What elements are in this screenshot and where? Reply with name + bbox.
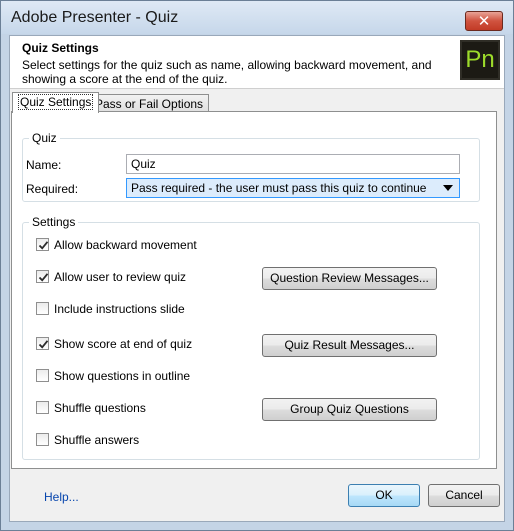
checkmark-icon [38, 241, 49, 250]
tab-quiz-settings-label: Quiz Settings [18, 94, 94, 110]
title-bar: Adobe Presenter - Quiz ✕ [1, 1, 513, 34]
quiz-name-input[interactable]: Quiz [126, 154, 460, 174]
question-review-messages-button[interactable]: Question Review Messages... [262, 267, 437, 290]
name-label-text: Name: [26, 158, 62, 172]
group-quiz-questions-button[interactable]: Group Quiz Questions [262, 398, 437, 421]
tab-panel: Quiz Name: Quiz Required: Pass required … [11, 111, 497, 469]
required-select-value: Pass required - the user must pass this … [131, 181, 427, 195]
help-link[interactable]: Help... [44, 490, 79, 504]
tab-quiz-settings[interactable]: Quiz Settings [12, 92, 100, 113]
quiz-group-label: Quiz [29, 131, 60, 145]
shuffle-answers-label: Shuffle answers [54, 433, 140, 447]
show-outline-checkbox[interactable] [36, 369, 49, 382]
checkmark-icon [38, 340, 49, 349]
allow-review-checkbox[interactable] [36, 270, 49, 283]
cancel-button[interactable]: Cancel [428, 484, 500, 507]
shuffle-answers-checkbox[interactable] [36, 433, 49, 446]
close-button[interactable]: ✕ [465, 11, 503, 31]
allow-backward-checkbox[interactable] [36, 238, 49, 251]
shuffle-questions-checkbox[interactable] [36, 401, 49, 414]
include-instructions-label: Include instructions slide [54, 302, 185, 316]
window-title: Adobe Presenter - Quiz [11, 9, 179, 26]
include-instructions-checkbox[interactable] [36, 302, 49, 315]
required-label: Required: [26, 182, 79, 196]
quiz-result-messages-button[interactable]: Quiz Result Messages... [262, 334, 437, 357]
dialog-window: Adobe Presenter - Quiz ✕ Quiz Settings S… [0, 0, 514, 531]
required-select[interactable]: Pass required - the user must pass this … [126, 178, 460, 198]
shuffle-questions-label: Shuffle questions [54, 401, 146, 415]
show-outline-label: Show questions in outline [54, 369, 191, 383]
ok-button[interactable]: OK [348, 484, 420, 507]
header-title: Quiz Settings [22, 41, 99, 55]
settings-group-label: Settings [29, 215, 79, 229]
header-description: Select settings for the quiz such as nam… [22, 58, 432, 86]
show-score-label: Show score at end of quiz [54, 337, 193, 351]
presenter-logo: Pn [460, 40, 500, 80]
dialog-client: Quiz Settings Select settings for the qu… [9, 35, 505, 522]
name-label: Name: [26, 158, 61, 172]
checkmark-icon [38, 273, 49, 282]
dialog-header: Quiz Settings Select settings for the qu… [10, 36, 504, 89]
chevron-down-icon[interactable] [443, 185, 453, 191]
allow-review-label: Allow user to review quiz [54, 270, 187, 284]
allow-backward-label: Allow backward movement [54, 238, 197, 252]
show-score-checkbox[interactable] [36, 337, 49, 350]
